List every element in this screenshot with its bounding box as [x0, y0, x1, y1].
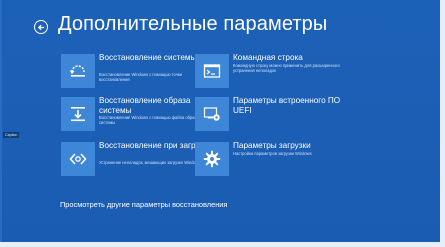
tile-command-prompt-desc: Командную строку можно применить для рас… — [233, 63, 340, 74]
system-image-icon — [61, 97, 95, 131]
tile-startup-repair-desc: Устранение неполадок, мешающих загрузке … — [99, 160, 201, 165]
tile-startup-settings[interactable]: Параметры загрузки Настройка параметров … — [195, 141, 375, 180]
tile-uefi-settings-title: Параметры встроенного ПО UEFI — [233, 96, 341, 115]
tile-system-image-desc: Восстановление Windows с помощью файла о… — [99, 115, 199, 126]
page-title: Дополнительные параметры — [58, 13, 328, 35]
more-recovery-options-link[interactable]: Просмотреть другие параметры восстановле… — [60, 200, 227, 209]
tile-uefi-settings[interactable]: Параметры встроенного ПО UEFI — [195, 96, 375, 135]
back-button[interactable] — [34, 20, 48, 34]
back-arrow-icon — [37, 24, 44, 30]
gear-icon — [195, 142, 229, 176]
side-caption-label: Caption — [3, 132, 20, 138]
tile-system-restore-desc: Восстановление Windows с помощью точки в… — [99, 72, 182, 83]
tile-startup-settings-desc: Настройка параметров загрузки Windows — [233, 151, 312, 156]
frame-bottom-edge — [0, 242, 445, 247]
tile-command-prompt-title: Командная строка — [233, 53, 303, 62]
tile-startup-settings-title: Параметры загрузки — [233, 141, 311, 150]
system-restore-icon — [61, 54, 95, 88]
uefi-settings-icon — [195, 97, 229, 131]
frame-right-edge — [440, 0, 445, 247]
frame-left-edge — [0, 0, 2, 247]
startup-repair-icon — [61, 142, 95, 176]
tile-command-prompt[interactable]: Командная строка Командную строку можно … — [195, 53, 375, 92]
command-prompt-icon — [195, 54, 229, 88]
